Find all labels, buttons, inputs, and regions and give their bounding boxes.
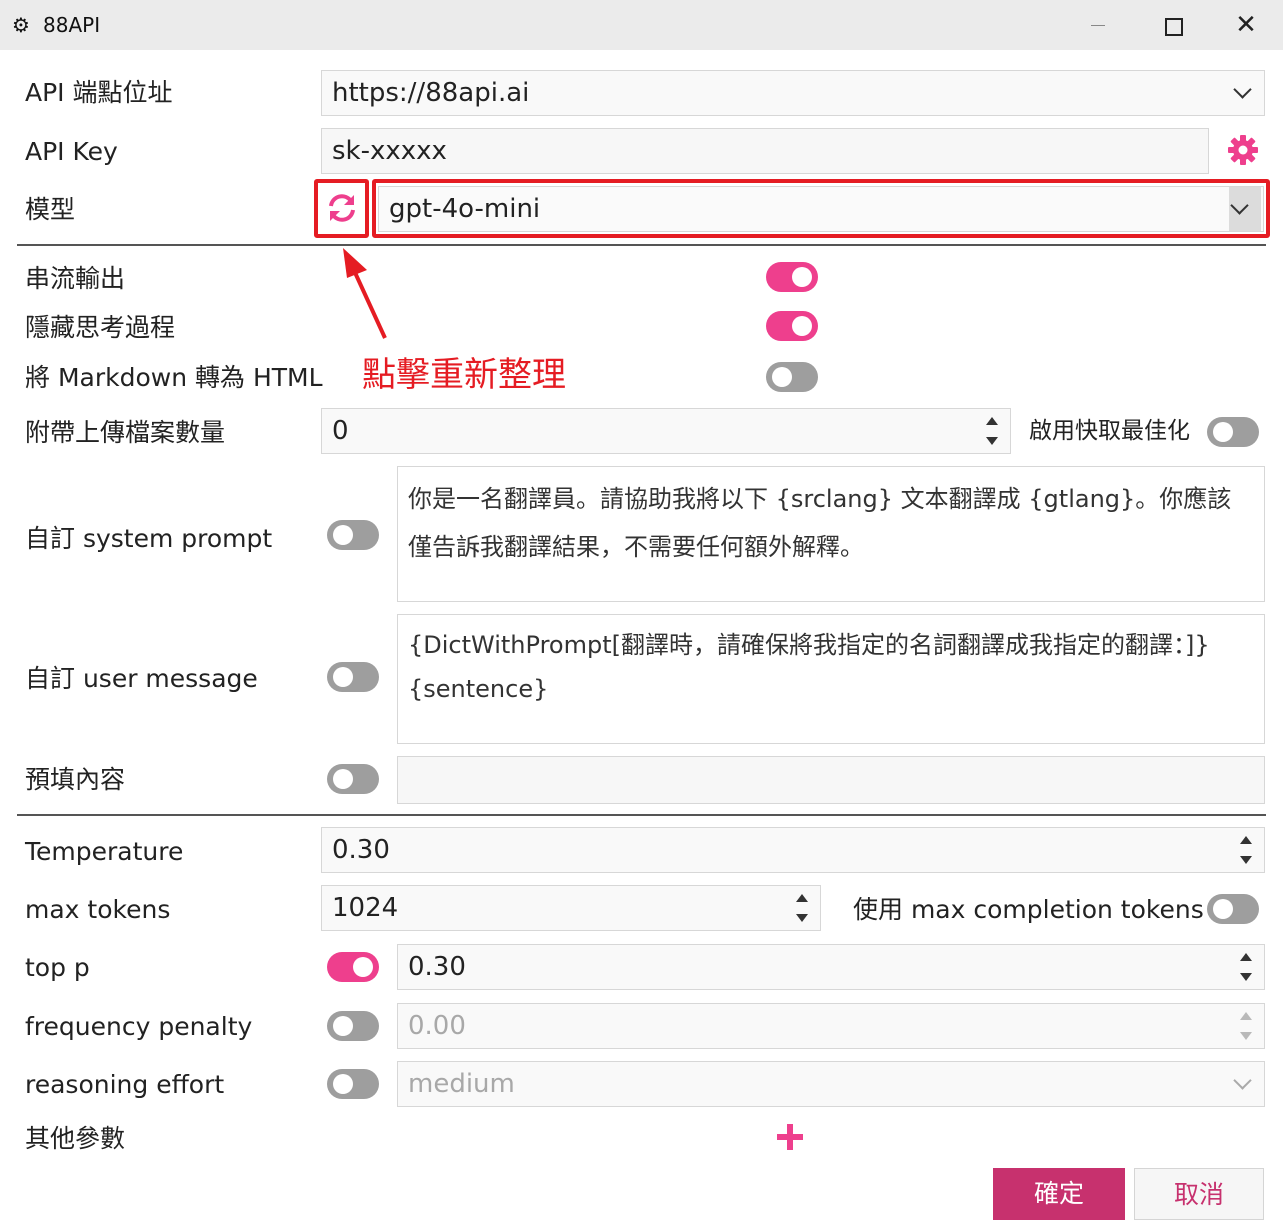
spinner-icon[interactable] bbox=[1238, 834, 1254, 866]
annotation-arrow-icon bbox=[343, 248, 387, 339]
reasoning-label: reasoning effort bbox=[25, 1070, 225, 1099]
maximize-button[interactable] bbox=[1152, 8, 1192, 42]
apikey-value: sk-xxxxx bbox=[332, 136, 447, 166]
markdown-toggle[interactable] bbox=[766, 362, 818, 392]
spinner-icon[interactable] bbox=[1238, 1010, 1254, 1042]
frequency-value: 0.00 bbox=[408, 1011, 466, 1041]
section-divider bbox=[17, 244, 1266, 246]
system-prompt-value: 你是一名翻譯員。請協助我將以下 {srclang} 文本翻譯成 {gtlang}… bbox=[408, 485, 1232, 561]
reasoning-select[interactable]: medium bbox=[397, 1061, 1265, 1107]
gear-icon[interactable] bbox=[1227, 134, 1259, 166]
cancel-button[interactable]: 取消 bbox=[1134, 1168, 1264, 1220]
max-tokens-spinbox[interactable]: 1024 bbox=[321, 885, 821, 931]
user-message-textarea[interactable]: {DictWithPrompt[翻譯時，請確保將我指定的名詞翻譯成我指定的翻譯：… bbox=[397, 614, 1265, 744]
temperature-spinbox[interactable]: 0.30 bbox=[321, 827, 1265, 873]
section-divider bbox=[17, 814, 1266, 816]
apikey-label: API Key bbox=[25, 137, 118, 166]
cache-label: 啟用快取最佳化 bbox=[1029, 418, 1190, 444]
stream-toggle[interactable] bbox=[766, 262, 818, 292]
chevron-down-icon bbox=[1232, 71, 1254, 115]
markdown-label: 將 Markdown 轉為 HTML bbox=[25, 363, 323, 392]
model-select[interactable]: gpt-4o-mini bbox=[378, 186, 1264, 232]
minimize-button[interactable] bbox=[1078, 8, 1118, 42]
user-message-toggle[interactable] bbox=[327, 662, 379, 692]
top-p-value: 0.30 bbox=[408, 952, 466, 982]
refresh-icon[interactable] bbox=[325, 191, 359, 225]
prefill-input[interactable] bbox=[397, 756, 1265, 804]
window-title: 88API bbox=[43, 13, 101, 37]
hide-thinking-toggle[interactable] bbox=[766, 311, 818, 341]
max-tokens-value: 1024 bbox=[332, 893, 399, 923]
model-label: 模型 bbox=[25, 195, 76, 224]
temperature-value: 0.30 bbox=[332, 835, 390, 865]
max-completion-toggle[interactable] bbox=[1207, 894, 1259, 924]
user-message-line: {DictWithPrompt[翻譯時，請確保將我指定的名詞翻譯成我指定的翻譯：… bbox=[408, 631, 1210, 659]
reasoning-value: medium bbox=[408, 1069, 515, 1099]
other-params-label: 其他參數 bbox=[25, 1124, 126, 1153]
attach-spinbox[interactable]: 0 bbox=[321, 408, 1011, 454]
chevron-down-icon bbox=[1229, 187, 1261, 231]
plus-icon[interactable] bbox=[775, 1122, 805, 1152]
top-p-label: top p bbox=[25, 953, 90, 982]
prefill-label: 預填內容 bbox=[25, 765, 126, 794]
spinner-icon[interactable] bbox=[1238, 951, 1254, 983]
reasoning-toggle[interactable] bbox=[327, 1069, 379, 1099]
model-value: gpt-4o-mini bbox=[389, 194, 541, 224]
gear-icon: ⚙ bbox=[12, 13, 30, 37]
system-prompt-toggle[interactable] bbox=[327, 520, 379, 550]
top-p-spinbox[interactable]: 0.30 bbox=[397, 944, 1265, 990]
apikey-input[interactable]: sk-xxxxx bbox=[321, 128, 1209, 174]
user-message-line: {sentence} bbox=[408, 675, 549, 703]
spinner-icon[interactable] bbox=[794, 892, 810, 924]
frequency-spinbox[interactable]: 0.00 bbox=[397, 1003, 1265, 1049]
top-p-toggle[interactable] bbox=[327, 952, 379, 982]
frequency-toggle[interactable] bbox=[327, 1011, 379, 1041]
attach-label: 附帶上傳檔案數量 bbox=[25, 418, 226, 447]
prefill-toggle[interactable] bbox=[327, 764, 379, 794]
annotation-text: 點擊重新整理 bbox=[362, 355, 566, 395]
endpoint-label: API 端點位址 bbox=[25, 78, 173, 107]
system-prompt-textarea[interactable]: 你是一名翻譯員。請協助我將以下 {srclang} 文本翻譯成 {gtlang}… bbox=[397, 466, 1265, 602]
cache-toggle[interactable] bbox=[1207, 417, 1259, 447]
max-tokens-label: max tokens bbox=[25, 895, 171, 924]
user-message-label: 自訂 user message bbox=[25, 664, 258, 693]
close-button[interactable]: ✕ bbox=[1226, 8, 1266, 42]
hide-thinking-label: 隱藏思考過程 bbox=[25, 313, 176, 342]
spinner-icon[interactable] bbox=[984, 415, 1000, 447]
max-completion-label: 使用 max completion tokens bbox=[853, 895, 1204, 924]
chevron-down-icon bbox=[1232, 1062, 1254, 1106]
temperature-label: Temperature bbox=[25, 837, 184, 866]
attach-value: 0 bbox=[332, 416, 349, 446]
frequency-label: frequency penalty bbox=[25, 1012, 253, 1041]
title-bar: ⚙ 88API ✕ bbox=[0, 0, 1283, 50]
ok-button[interactable]: 確定 bbox=[993, 1168, 1125, 1220]
stream-label: 串流輸出 bbox=[25, 264, 126, 293]
system-prompt-label: 自訂 system prompt bbox=[25, 524, 273, 553]
endpoint-value: https://88api.ai bbox=[332, 78, 530, 108]
endpoint-select[interactable]: https://88api.ai bbox=[321, 70, 1265, 116]
